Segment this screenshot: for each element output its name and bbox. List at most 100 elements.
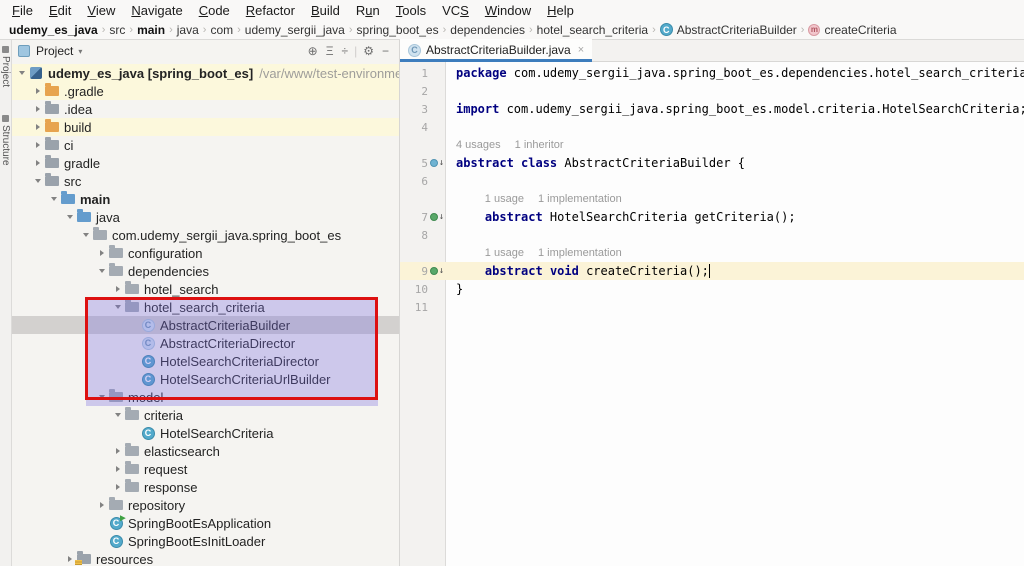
chevron-expanded-icon[interactable] [64, 215, 76, 219]
breadcrumb-item-AbstractCriteriaBuilder[interactable]: C AbstractCriteriaBuilder [657, 23, 800, 37]
tree-item-udemy_es_java [spring_boot_es][interactable]: udemy_es_java [spring_boot_es] /var/www/t… [12, 64, 399, 82]
hide-icon[interactable]: − [378, 44, 393, 58]
tree-item-SpringBootEsApplication[interactable]: CSpringBootEsApplication [12, 514, 399, 532]
tree-item-ci[interactable]: ci [12, 136, 399, 154]
chevron-expanded-icon[interactable] [80, 233, 92, 237]
tree-item-SpringBootEsInitLoader[interactable]: C SpringBootEsInitLoader [12, 532, 399, 550]
structure-tool-icon [2, 115, 9, 123]
menu-build[interactable]: Build [303, 3, 348, 18]
chevron-expanded-icon[interactable] [112, 413, 124, 417]
tree-item-AbstractCriteriaDirector[interactable]: C AbstractCriteriaDirector [12, 334, 399, 352]
implemented-marker-icon[interactable]: ↓ [428, 266, 446, 276]
breadcrumb-item-spring_boot_es[interactable]: spring_boot_es [354, 23, 442, 37]
locate-icon[interactable]: ⊕ [304, 44, 322, 58]
tree-item-AbstractCriteriaBuilder[interactable]: C AbstractCriteriaBuilder [12, 316, 399, 334]
editor-area: C AbstractCriteriaBuilder.java × 1 packag… [400, 39, 1024, 566]
chevron-collapsed-icon[interactable] [32, 124, 44, 130]
tree-item-build[interactable]: build [12, 118, 399, 136]
tree-item-HotelSearchCriteria[interactable]: C HotelSearchCriteria [12, 424, 399, 442]
menu-tools[interactable]: Tools [388, 3, 434, 18]
tree-item-hotel_search[interactable]: hotel_search [12, 280, 399, 298]
tree-item-HotelSearchCriteriaDirector[interactable]: C HotelSearchCriteriaDirector [12, 352, 399, 370]
breadcrumb-item-dependencies[interactable]: dependencies [447, 23, 528, 37]
breadcrumb-item-udemy_sergii_java[interactable]: udemy_sergii_java [242, 23, 348, 37]
breadcrumb-item-main[interactable]: main [134, 23, 168, 37]
chevron-collapsed-icon[interactable] [112, 466, 124, 472]
tree-item-src[interactable]: src [12, 172, 399, 190]
tree-item-elasticsearch[interactable]: elasticsearch [12, 442, 399, 460]
tool-button-structure[interactable]: Structure [0, 115, 11, 166]
chevron-expanded-icon[interactable] [48, 197, 60, 201]
tree-item-icon [108, 245, 124, 258]
expand-all-icon[interactable]: Ξ [322, 44, 338, 58]
editor-tab-bar: C AbstractCriteriaBuilder.java × [400, 39, 1024, 62]
folder-icon [45, 101, 59, 114]
tree-item-criteria[interactable]: criteria [12, 406, 399, 424]
chevron-expanded-icon[interactable] [32, 179, 44, 183]
menu-window[interactable]: Window [477, 3, 539, 18]
tree-item-icon [44, 155, 60, 168]
menu-run[interactable]: Run [348, 3, 388, 18]
usage-hint: 1 usage 1 implementation [484, 193, 622, 205]
tree-item-model[interactable]: model [12, 388, 399, 406]
menu-help[interactable]: Help [539, 3, 582, 18]
menu-code[interactable]: Code [191, 3, 238, 18]
chevron-collapsed-icon[interactable] [32, 142, 44, 148]
breadcrumb-item-com[interactable]: com [207, 23, 236, 37]
editor-tab[interactable]: C AbstractCriteriaBuilder.java × [400, 39, 593, 62]
chevron-collapsed-icon[interactable] [112, 286, 124, 292]
tree-item-hotel_search_criteria[interactable]: hotel_search_criteria [12, 298, 399, 316]
tree-item-icon [108, 497, 124, 510]
class-icon: C [141, 372, 155, 386]
tree-item-repository[interactable]: repository [12, 496, 399, 514]
tree-item-resources[interactable]: resources [12, 550, 399, 566]
menu-view[interactable]: View [79, 3, 123, 18]
breadcrumb-item-hotel_search_criteria[interactable]: hotel_search_criteria [534, 23, 651, 37]
tool-button-project[interactable]: Project [0, 46, 11, 87]
tree-item-main[interactable]: main [12, 190, 399, 208]
breadcrumb-item-java[interactable]: java [174, 23, 202, 37]
settings-icon[interactable]: ⚙ [359, 44, 378, 58]
usage-hint: 1 usage 1 implementation [484, 247, 622, 259]
tree-item-.gradle[interactable]: .gradle [12, 82, 399, 100]
code-editor[interactable]: 1 package com.udemy_sergii_java.spring_bo… [400, 62, 1024, 566]
breadcrumb-item-createCriteria[interactable]: m createCriteria [805, 23, 899, 37]
chevron-collapsed-icon[interactable] [32, 106, 44, 112]
menu-navigate[interactable]: Navigate [123, 3, 190, 18]
menu-refactor[interactable]: Refactor [238, 3, 303, 18]
menu-edit[interactable]: Edit [41, 3, 79, 18]
tree-item-request[interactable]: request [12, 460, 399, 478]
chevron-collapsed-icon[interactable] [112, 484, 124, 490]
tree-item-response[interactable]: response [12, 478, 399, 496]
tree-item-label: resources [96, 551, 154, 566]
tree-item-com.udemy_sergii_java.spring_boot_es[interactable]: com.udemy_sergii_java.spring_boot_es [12, 226, 399, 244]
chevron-collapsed-icon[interactable] [32, 160, 44, 166]
chevron-expanded-icon[interactable] [96, 269, 108, 273]
tree-item-label: java [96, 209, 120, 225]
implemented-marker-icon[interactable]: ↓ [428, 158, 446, 168]
chevron-expanded-icon[interactable] [16, 71, 28, 75]
tree-item-configuration[interactable]: configuration [12, 244, 399, 262]
tree-item-HotelSearchCriteriaUrlBuilder[interactable]: C HotelSearchCriteriaUrlBuilder [12, 370, 399, 388]
chevron-down-icon[interactable]: ▾ [78, 47, 82, 56]
tree-item-icon [108, 263, 124, 276]
editor-line-7: 7 ↓ abstract HotelSearchCriteria getCrite… [400, 208, 1024, 226]
breadcrumb-item-udemy_es_java[interactable]: udemy_es_java [6, 23, 101, 37]
chevron-collapsed-icon[interactable] [96, 502, 108, 508]
tree-item-.idea[interactable]: .idea [12, 100, 399, 118]
implemented-marker-icon[interactable]: ↓ [428, 212, 446, 222]
collapse-all-icon[interactable]: ÷ [338, 44, 353, 58]
tree-item-dependencies[interactable]: dependencies [12, 262, 399, 280]
chevron-collapsed-icon[interactable] [96, 250, 108, 256]
chevron-collapsed-icon[interactable] [32, 88, 44, 94]
chevron-collapsed-icon[interactable] [112, 448, 124, 454]
menu-file[interactable]: File [4, 3, 41, 18]
project-panel-title[interactable]: Project [36, 44, 73, 58]
tree-item-gradle[interactable]: gradle [12, 154, 399, 172]
chevron-expanded-icon[interactable] [112, 305, 124, 309]
close-icon[interactable]: × [578, 44, 584, 56]
chevron-expanded-icon[interactable] [96, 395, 108, 399]
breadcrumb-item-src[interactable]: src [106, 23, 128, 37]
tree-item-java[interactable]: java [12, 208, 399, 226]
menu-vcs[interactable]: VCS [434, 3, 477, 18]
